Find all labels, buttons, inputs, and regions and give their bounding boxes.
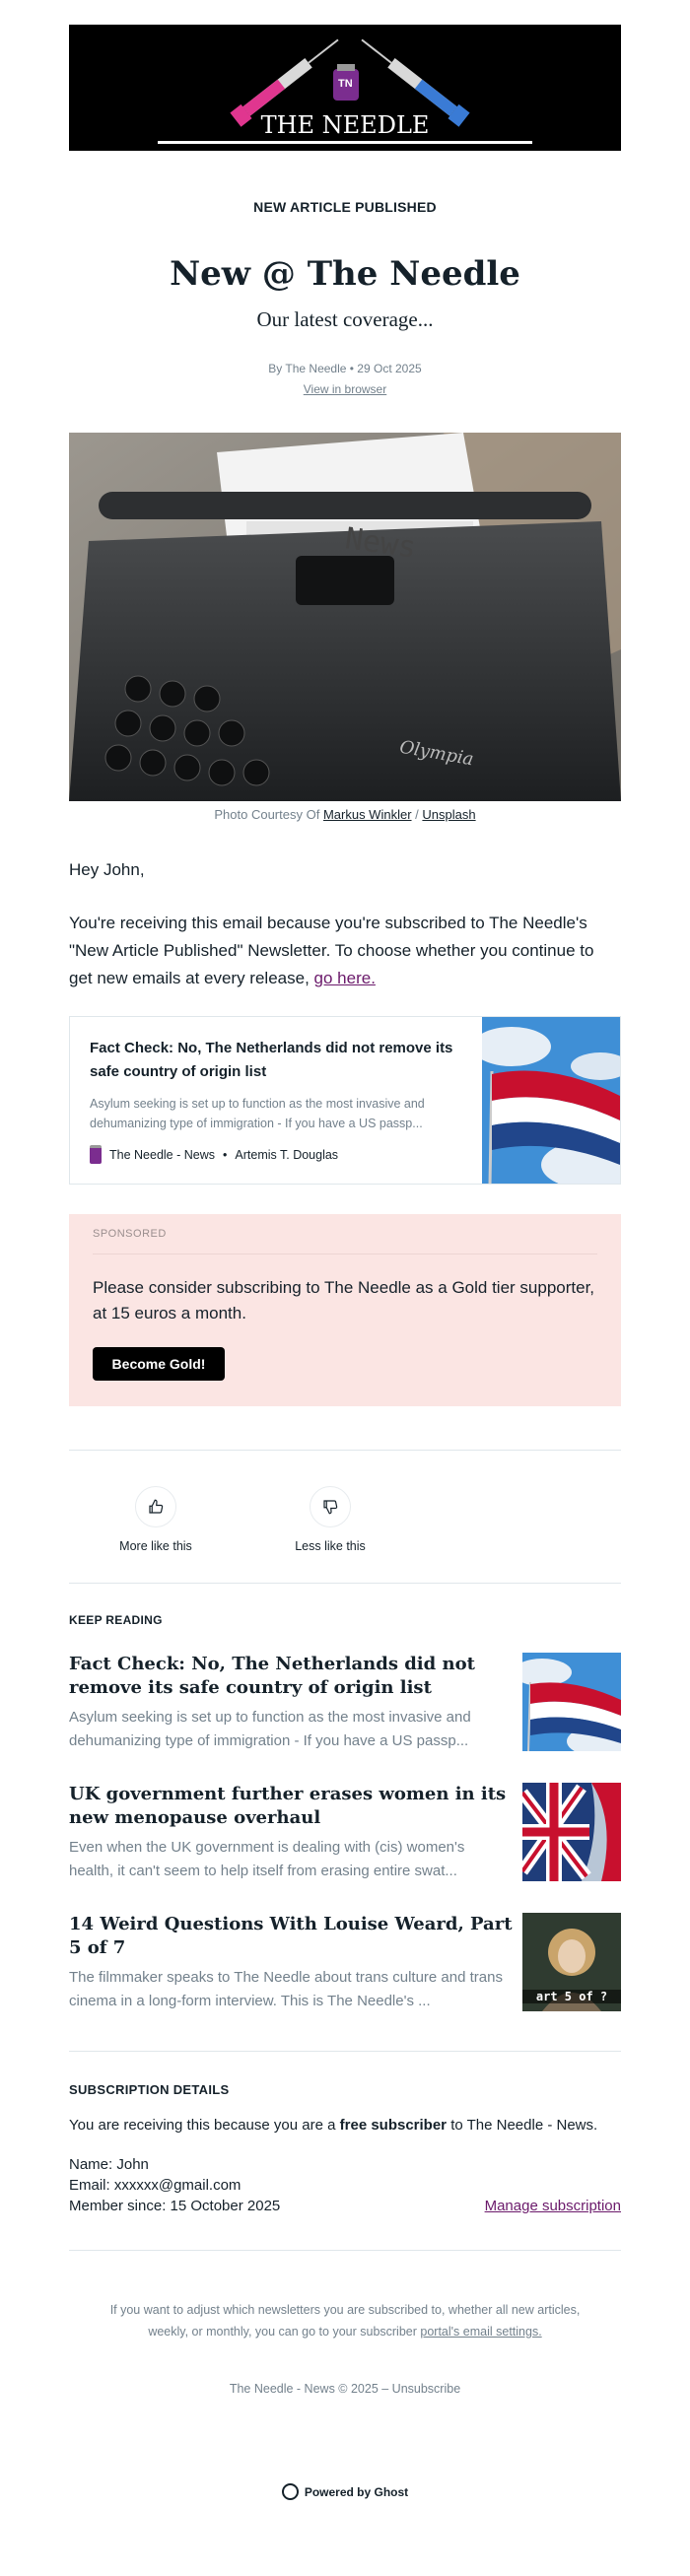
view-in-browser-link[interactable]: View in browser [0,382,690,396]
subscriber-email: Email: xxxxxx@gmail.com [69,2177,242,2194]
typewriter-image [69,433,621,801]
publication-icon [90,1145,102,1164]
logo-text: THE NEEDLE [260,111,430,139]
keep-reading-heading: KEEP READING [69,1613,163,1627]
divider [69,2250,621,2251]
keep-reading-excerpt: Even when the UK government is dealing w… [69,1839,465,1879]
subscription-status: You are receiving this because you are a… [69,2117,597,2134]
divider [69,1583,621,1584]
subscriber-tier: free subscriber [339,2117,448,2134]
publication-name: The Needle - News [109,1147,215,1162]
greeting: Hey John, [69,860,145,879]
caption-source-link[interactable]: Unsplash [422,807,475,822]
become-gold-button[interactable]: Become Gold! [93,1347,225,1381]
member-since: Member since: 15 October 2025 [69,2198,281,2214]
keep-reading-item[interactable]: Fact Check: No, The Netherlands did not … [69,1653,621,1751]
featured-article-card[interactable]: Fact Check: No, The Netherlands did not … [69,1016,621,1185]
caption-author-link[interactable]: Markus Winkler [323,807,412,822]
divider [69,1450,621,1451]
status-prefix: You are receiving this because you are a [69,2117,336,2134]
keep-reading-excerpt: Asylum seeking is set up to function as … [69,1709,471,1749]
card-excerpt: Asylum seeking is set up to function as … [90,1097,425,1130]
powered-by-ghost[interactable]: Powered by Ghost [0,2483,690,2500]
keep-reading-thumbnail [522,1783,621,1881]
less-like-this-label: Less like this [295,1539,366,1553]
keep-reading-title[interactable]: UK government further erases women in it… [69,1783,513,1830]
intro-paragraph: You're receiving this email because you'… [69,910,621,992]
status-suffix: to The Needle - News. [450,2117,598,2134]
feedback-less[interactable]: Less like this [251,1486,409,1553]
keep-reading-item[interactable]: 14 Weird Questions With Louise Weard, Pa… [69,1913,621,2011]
union-jack-image [522,1783,621,1881]
more-like-this-label: More like this [119,1539,192,1553]
subscriber-name: Name: John [69,2156,149,2173]
sponsored-block: SPONSORED Please consider subscribing to… [69,1214,621,1406]
footer-note: If you want to adjust which newsletters … [89,2299,601,2342]
email-subtitle: Our latest coverage... [256,307,434,331]
email-settings-link[interactable]: portal's email settings. [420,2325,541,2339]
manage-newsletters-link[interactable]: go here. [314,969,376,987]
keep-reading-item[interactable]: UK government further erases women in it… [69,1783,621,1881]
keep-reading-title[interactable]: Fact Check: No, The Netherlands did not … [69,1653,513,1700]
subscription-heading: SUBSCRIPTION DETAILS [69,2082,230,2097]
netherlands-flag-image [472,1017,620,1184]
caption-prefix: Photo Courtesy Of [214,807,320,822]
card-title: Fact Check: No, The Netherlands did not … [90,1040,453,1080]
card-meta: The Needle - News • Artemis T. Douglas [90,1145,338,1164]
manage-subscription-link[interactable]: Manage subscription [485,2198,621,2214]
hero-caption: Photo Courtesy Of Markus Winkler / Unspl… [0,807,690,822]
card-thumbnail [472,1017,620,1184]
thumbs-down-icon[interactable] [310,1486,351,1527]
author-name: Artemis T. Douglas [235,1147,339,1162]
ghost-icon [281,2483,299,2500]
powered-by-label: Powered by Ghost [304,2484,409,2499]
feedback-more[interactable]: More like this [77,1486,235,1553]
keep-reading-thumbnail: art 5 of ? [522,1913,621,2011]
header-logo-banner: TN THE NEEDLE [69,25,621,151]
keep-reading-thumbnail [522,1653,621,1751]
netherlands-flag-image [522,1653,621,1751]
keep-reading-title[interactable]: 14 Weird Questions With Louise Weard, Pa… [69,1913,513,1960]
email-title: New @ The Needle [170,254,520,294]
keep-reading-excerpt: The filmmaker speaks to The Needle about… [69,1969,503,2009]
byline: By The Needle • 29 Oct 2025 [268,362,422,375]
thumbs-up-icon[interactable] [135,1486,176,1527]
meta-dot: • [223,1147,228,1162]
footer-copyright[interactable]: The Needle - News © 2025 – Unsubscribe [0,2382,690,2396]
sponsored-text: Please consider subscribing to The Needl… [93,1278,595,1322]
thumbnail-caption: art 5 of ? [522,1990,621,2003]
divider [69,2051,621,2052]
hero-image: News Olympia [69,433,621,801]
newsletter-kicker: NEW ARTICLE PUBLISHED [253,199,437,215]
sponsored-label: SPONSORED [93,1228,167,1240]
logo-badge: TN [338,78,353,90]
caption-separator: / [415,807,419,822]
